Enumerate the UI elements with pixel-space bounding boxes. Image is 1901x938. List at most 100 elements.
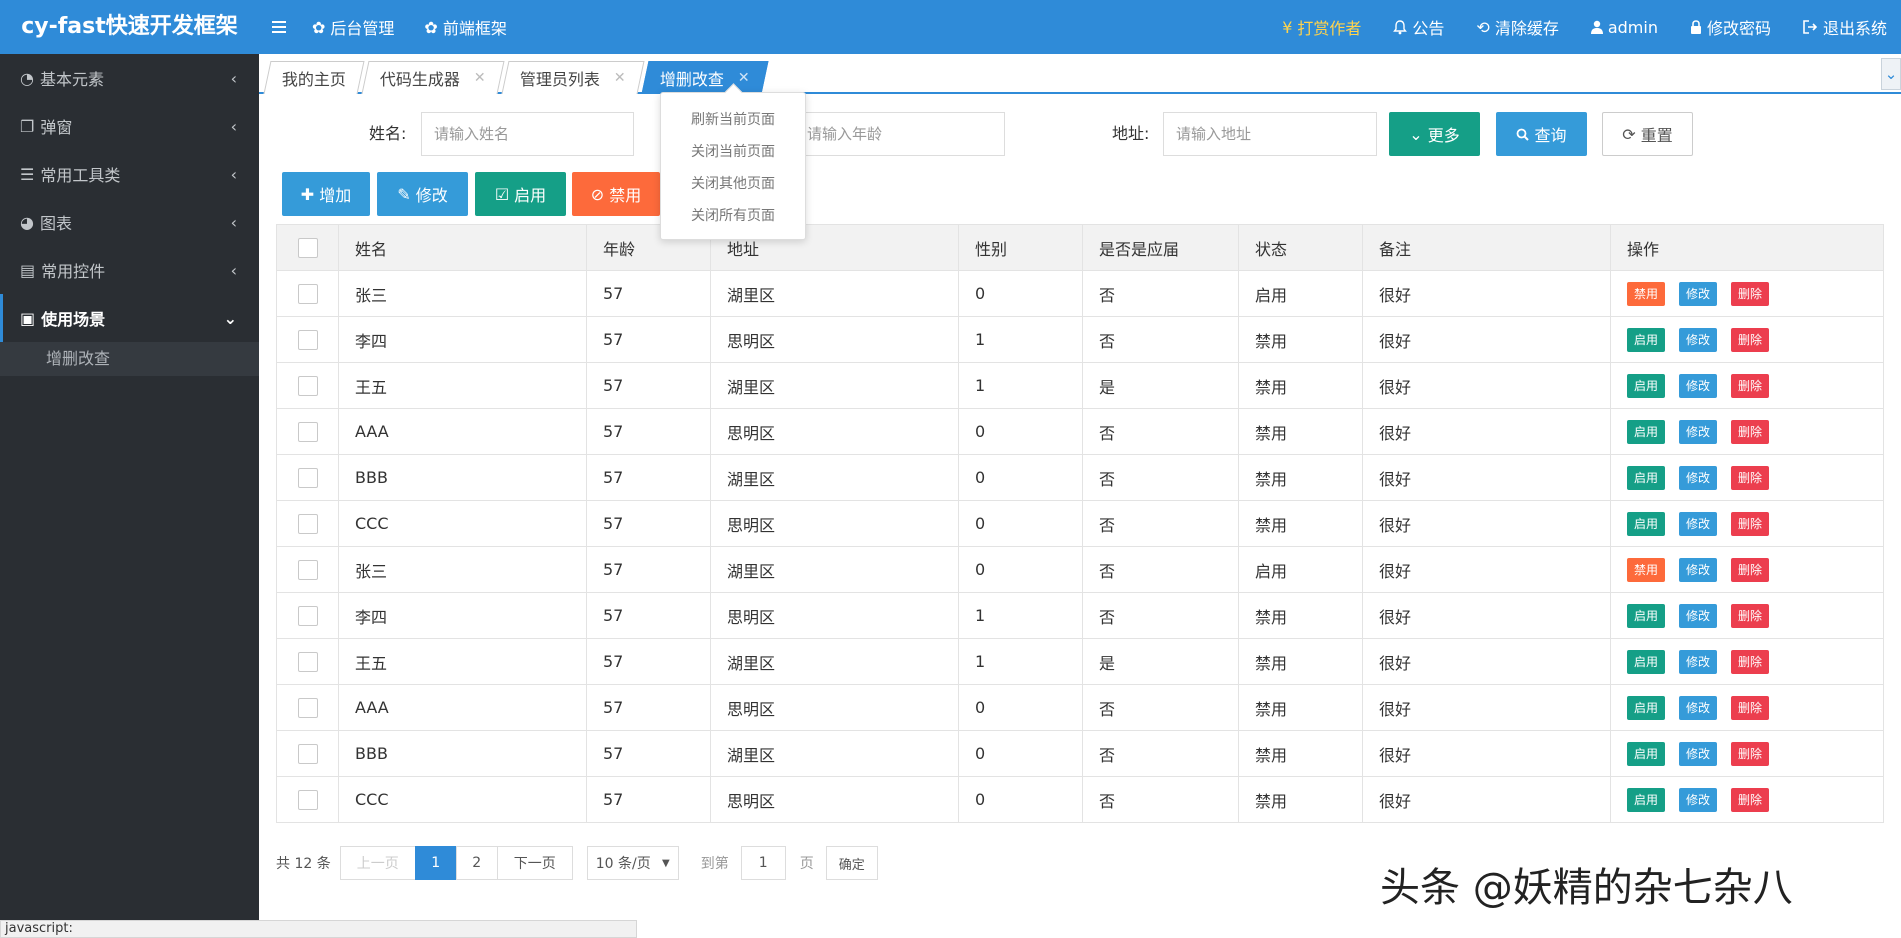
table-row[interactable]: 李四 57 思明区 1 否禁用 很好 启用 修改 删除	[276, 592, 1884, 639]
select-all-checkbox[interactable]	[297, 237, 318, 258]
table-row[interactable]: AAA 57 思明区 0 否禁用 很好 启用 修改 删除	[276, 684, 1884, 731]
reset-button[interactable]: ⟳ 重置	[1602, 112, 1693, 156]
row-edit-button[interactable]: 修改	[1679, 465, 1717, 490]
row-edit-button[interactable]: 修改	[1679, 419, 1717, 444]
sidebar-item-basic[interactable]: ◔ 基本元素 ‹	[0, 54, 259, 102]
table-row[interactable]: 王五 57 湖里区 1 是禁用 很好 启用 修改 删除	[276, 362, 1884, 409]
row-delete-button[interactable]: 删除	[1731, 603, 1769, 628]
row-edit-button[interactable]: 修改	[1679, 649, 1717, 674]
row-checkbox[interactable]	[297, 283, 318, 304]
row-checkbox[interactable]	[297, 789, 318, 810]
row-checkbox[interactable]	[297, 743, 318, 764]
row-edit-button[interactable]: 修改	[1679, 741, 1717, 766]
row-enable-button[interactable]: 启用	[1627, 787, 1665, 812]
sidebar-item-tools[interactable]: ☰ 常用工具类 ‹	[0, 150, 259, 198]
row-enable-button[interactable]: 启用	[1627, 465, 1665, 490]
prev-page-button[interactable]: 上一页	[339, 846, 416, 880]
row-disable-button[interactable]: 禁用	[1627, 281, 1665, 306]
row-delete-button[interactable]: 删除	[1731, 281, 1769, 306]
row-edit-button[interactable]: 修改	[1679, 695, 1717, 720]
row-edit-button[interactable]: 修改	[1679, 373, 1717, 398]
menu-close-all[interactable]: 关闭所有页面	[661, 200, 805, 232]
row-enable-button[interactable]: 启用	[1627, 373, 1665, 398]
table-row[interactable]: CCC 57 思明区 0 否禁用 很好 启用 修改 删除	[276, 776, 1884, 823]
row-delete-button[interactable]: 删除	[1731, 741, 1769, 766]
tab-crud[interactable]: 增删改查 ✕	[641, 61, 769, 94]
nav-clear-cache[interactable]: ⟲ 清除缓存	[1476, 15, 1558, 39]
table-row[interactable]: CCC 57 思明区 0 否禁用 很好 启用 修改 删除	[276, 500, 1884, 547]
menu-close-others[interactable]: 关闭其他页面	[661, 168, 805, 200]
address-input[interactable]: 请输入地址	[1163, 112, 1377, 156]
close-icon[interactable]: ✕	[474, 70, 486, 86]
row-delete-button[interactable]: 删除	[1731, 511, 1769, 536]
row-checkbox[interactable]	[297, 697, 318, 718]
table-row[interactable]: 张三 57 湖里区 0 否启用 很好 禁用 修改 删除	[276, 546, 1884, 593]
tab-scroll-down-button[interactable]: ⌄	[1881, 58, 1901, 90]
row-edit-button[interactable]: 修改	[1679, 557, 1717, 582]
page-1-button[interactable]: 1	[414, 846, 457, 880]
row-enable-button[interactable]: 启用	[1627, 327, 1665, 352]
table-row[interactable]: 张三 57 湖里区 0 否启用 很好 禁用 修改 删除	[276, 270, 1884, 317]
tab-admin-list[interactable]: 管理员列表 ✕	[501, 61, 645, 94]
close-icon[interactable]: ✕	[614, 70, 626, 86]
age-input[interactable]: 请输入年龄	[794, 112, 1005, 156]
row-checkbox[interactable]	[297, 467, 318, 488]
tab-home[interactable]: 我的主页	[263, 61, 365, 94]
nav-notice[interactable]: 公告	[1393, 15, 1444, 39]
table-row[interactable]: AAA 57 思明区 0 否禁用 很好 启用 修改 删除	[276, 408, 1884, 455]
close-icon[interactable]: ✕	[738, 70, 750, 86]
menu-icon[interactable]	[272, 20, 286, 34]
sidebar-item-charts[interactable]: ◕ 图表 ‹	[0, 198, 259, 246]
row-checkbox[interactable]	[297, 421, 318, 442]
nav-frontend[interactable]: ✿ 前端框架	[424, 15, 506, 39]
row-enable-button[interactable]: 启用	[1627, 419, 1665, 444]
column-header[interactable]: 是否是应届	[1082, 224, 1239, 271]
row-edit-button[interactable]: 修改	[1679, 787, 1717, 812]
row-edit-button[interactable]: 修改	[1679, 603, 1717, 628]
menu-refresh-current[interactable]: 刷新当前页面	[661, 104, 805, 136]
row-checkbox[interactable]	[297, 329, 318, 350]
row-checkbox[interactable]	[297, 513, 318, 534]
nav-user[interactable]: admin	[1590, 18, 1658, 37]
column-header[interactable]: 状态	[1238, 224, 1363, 271]
row-delete-button[interactable]: 删除	[1731, 557, 1769, 582]
row-enable-button[interactable]: 启用	[1627, 741, 1665, 766]
sidebar-item-popup[interactable]: ❐ 弹窗 ‹	[0, 102, 259, 150]
nav-change-password[interactable]: 修改密码	[1690, 15, 1771, 39]
next-page-button[interactable]: 下一页	[496, 846, 573, 880]
row-delete-button[interactable]: 删除	[1731, 695, 1769, 720]
goto-page-input[interactable]: 1	[740, 846, 786, 880]
nav-reward[interactable]: ¥ 打赏作者	[1282, 15, 1361, 39]
column-header[interactable]: 性别	[958, 224, 1083, 271]
row-checkbox[interactable]	[297, 605, 318, 626]
column-header[interactable]: 姓名	[338, 224, 587, 271]
name-input[interactable]: 请输入姓名	[421, 112, 634, 156]
row-delete-button[interactable]: 删除	[1731, 649, 1769, 674]
row-disable-button[interactable]: 禁用	[1627, 557, 1665, 582]
row-edit-button[interactable]: 修改	[1679, 511, 1717, 536]
row-enable-button[interactable]: 启用	[1627, 649, 1665, 674]
row-enable-button[interactable]: 启用	[1627, 603, 1665, 628]
row-edit-button[interactable]: 修改	[1679, 327, 1717, 352]
row-enable-button[interactable]: 启用	[1627, 695, 1665, 720]
disable-button[interactable]: ⊘ 禁用	[572, 172, 660, 216]
table-row[interactable]: 李四 57 思明区 1 否禁用 很好 启用 修改 删除	[276, 316, 1884, 363]
table-row[interactable]: BBB 57 湖里区 0 否禁用 很好 启用 修改 删除	[276, 454, 1884, 501]
page-2-button[interactable]: 2	[455, 846, 498, 880]
sidebar-item-scenes[interactable]: ▣ 使用场景 ⌄	[0, 294, 259, 342]
row-edit-button[interactable]: 修改	[1679, 281, 1717, 306]
menu-close-current[interactable]: 关闭当前页面	[661, 136, 805, 168]
row-delete-button[interactable]: 删除	[1731, 419, 1769, 444]
edit-button[interactable]: ✎ 修改	[377, 172, 468, 216]
enable-button[interactable]: ☑ 启用	[475, 172, 566, 216]
row-delete-button[interactable]: 删除	[1731, 327, 1769, 352]
add-button[interactable]: ✚ 增加	[282, 172, 370, 216]
table-row[interactable]: BBB 57 湖里区 0 否禁用 很好 启用 修改 删除	[276, 730, 1884, 777]
goto-confirm-button[interactable]: 确定	[825, 846, 878, 880]
table-row[interactable]: 王五 57 湖里区 1 是禁用 很好 启用 修改 删除	[276, 638, 1884, 685]
row-checkbox[interactable]	[297, 375, 318, 396]
menu-toggle[interactable]	[272, 20, 286, 34]
column-header[interactable]: 备注	[1362, 224, 1611, 271]
sidebar-subitem-crud[interactable]: 增删改查	[0, 342, 259, 376]
row-checkbox[interactable]	[297, 651, 318, 672]
